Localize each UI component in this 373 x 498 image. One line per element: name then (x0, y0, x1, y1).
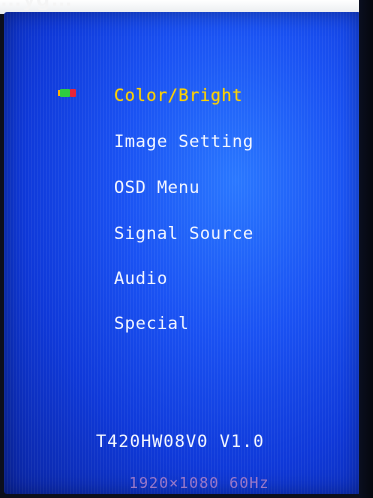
menu-item-color-bright[interactable]: Color/Bright (114, 86, 243, 106)
menu-item-image-setting[interactable]: Image Setting (114, 132, 254, 152)
menu-item-label: Audio (114, 269, 168, 289)
top-cropped-text: …yg… (0, 0, 200, 10)
menu-item-special[interactable]: Special (114, 314, 189, 334)
menu-item-audio[interactable]: Audio (114, 269, 168, 289)
firmware-version-label: T420HW08V0 V1.0 (96, 432, 265, 452)
menu-item-label: OSD Menu (114, 178, 200, 198)
monitor-bezel-right (359, 0, 373, 498)
osd-main-menu: Color/Bright Image Setting OSD Menu Sign… (4, 12, 361, 494)
selected-item-marker-icon (58, 89, 76, 97)
menu-item-label: Color/Bright (114, 86, 243, 106)
menu-item-signal-source[interactable]: Signal Source (114, 224, 254, 244)
menu-item-label: Special (114, 314, 190, 334)
menu-item-label: Signal Source (114, 224, 254, 244)
menu-item-label: Image Setting (114, 132, 254, 152)
osd-screen: Color/Bright Image Setting OSD Menu Sign… (4, 12, 361, 494)
menu-item-osd-menu[interactable]: OSD Menu (114, 178, 200, 198)
signal-resolution-label: 1920×1080 60Hz (129, 474, 270, 492)
